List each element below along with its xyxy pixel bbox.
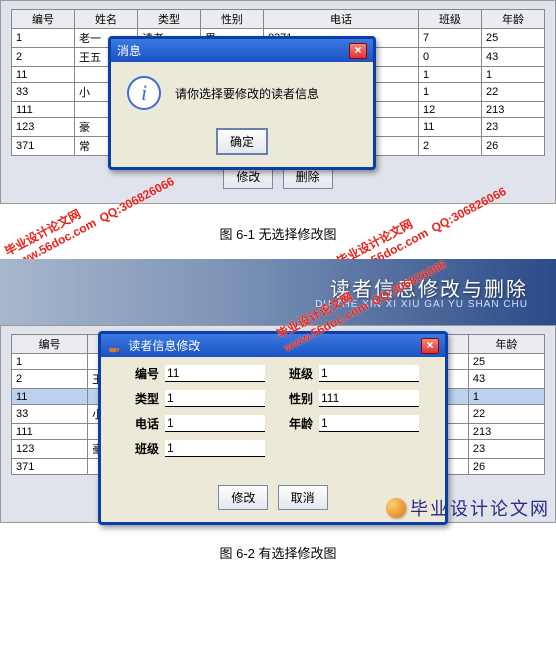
dialog-buttons: 确定	[111, 122, 373, 167]
figure-6-1: 编号姓名类型性别电话班级年龄 1老一读者男03717252王五教师男135235…	[0, 0, 556, 204]
logo-icon	[386, 498, 406, 518]
close-icon[interactable]: ×	[421, 338, 439, 354]
input-type[interactable]	[165, 390, 265, 407]
input-class[interactable]	[165, 440, 265, 457]
col-header: 类型	[137, 10, 200, 29]
cell: 43	[468, 370, 544, 389]
cell: 25	[468, 354, 544, 370]
cell: 1	[468, 389, 544, 405]
dialog-title: 消息	[117, 42, 141, 59]
cell: 25	[481, 29, 544, 48]
label-phone: 电话	[119, 415, 159, 432]
input-phone[interactable]	[165, 415, 265, 432]
cell: 111	[12, 102, 75, 118]
cancel-button[interactable]: 取消	[278, 485, 328, 510]
col-header: 年龄	[468, 335, 544, 354]
input-age[interactable]	[319, 415, 419, 432]
caption-6-1: 图 6-1 无选择修改图	[0, 224, 556, 243]
input-sex[interactable]	[319, 390, 419, 407]
label-class: 班级	[273, 365, 313, 382]
java-icon	[107, 340, 121, 354]
cell: 7	[418, 29, 481, 48]
dialog-title: 读者信息修改	[107, 337, 200, 354]
cell: 23	[481, 118, 544, 137]
cell: 11	[12, 389, 88, 405]
label-type: 类型	[119, 390, 159, 407]
figure-6-2: 读者信息修改与删除 DU ZHE XIN XI XIU GAI YU SHAN …	[0, 259, 556, 523]
cell: 371	[12, 459, 88, 475]
col-header: 编号	[12, 10, 75, 29]
cell: 1	[12, 354, 88, 370]
label-sex: 性别	[273, 390, 313, 407]
cell: 12	[418, 102, 481, 118]
dialog-text: 请你选择要修改的读者信息	[175, 85, 319, 102]
cell: 213	[481, 102, 544, 118]
ok-button[interactable]: 确定	[216, 128, 268, 155]
cell: 1	[418, 67, 481, 83]
dialog-body: i 请你选择要修改的读者信息	[111, 62, 373, 122]
cell: 43	[481, 48, 544, 67]
col-header: 年龄	[481, 10, 544, 29]
cell: 22	[468, 405, 544, 424]
label-age: 年龄	[273, 415, 313, 432]
cell: 2	[12, 48, 75, 67]
cell: 0	[418, 48, 481, 67]
cell: 11	[12, 67, 75, 83]
logo-text: 毕业设计论文网	[410, 495, 550, 521]
input-id[interactable]	[165, 365, 265, 382]
banner-title: 读者信息修改与删除	[330, 273, 528, 302]
dialog-titlebar[interactable]: 读者信息修改 ×	[101, 334, 445, 357]
col-header: 班级	[418, 10, 481, 29]
message-dialog: 消息 × i 请你选择要修改的读者信息 确定	[108, 36, 376, 170]
cell: 1	[481, 67, 544, 83]
cell: 123	[12, 118, 75, 137]
cell: 2	[418, 137, 481, 156]
cell: 1	[418, 83, 481, 102]
close-icon[interactable]: ×	[349, 43, 367, 59]
cell: 22	[481, 83, 544, 102]
cell: 33	[12, 405, 88, 424]
cell: 213	[468, 424, 544, 440]
col-header: 电话	[263, 10, 418, 29]
label-class: 班级	[119, 440, 159, 457]
cell: 23	[468, 440, 544, 459]
col-header: 姓名	[74, 10, 137, 29]
info-icon: i	[127, 76, 161, 110]
edit-form: 编号 班级 类型 性别 电话 年龄 班级	[101, 357, 445, 457]
modify-button[interactable]: 修改	[218, 485, 268, 510]
col-header: 性别	[200, 10, 263, 29]
banner-subtitle: DU ZHE XIN XI XIU GAI YU SHAN CHU	[315, 299, 528, 310]
cell: 26	[468, 459, 544, 475]
cell: 2	[12, 370, 88, 389]
label-id: 编号	[119, 365, 159, 382]
cell: 1	[12, 29, 75, 48]
cell: 11	[418, 118, 481, 137]
cell: 111	[12, 424, 88, 440]
cell: 26	[481, 137, 544, 156]
banner: 读者信息修改与删除 DU ZHE XIN XI XIU GAI YU SHAN …	[0, 259, 556, 325]
cell: 123	[12, 440, 88, 459]
caption-6-2: 图 6-2 有选择修改图	[0, 543, 556, 562]
col-header: 编号	[12, 335, 88, 354]
dialog-titlebar[interactable]: 消息 ×	[111, 39, 373, 62]
cell: 371	[12, 137, 75, 156]
site-logo: 毕业设计论文网	[386, 495, 550, 521]
cell: 33	[12, 83, 75, 102]
input-class-top[interactable]	[319, 365, 419, 382]
